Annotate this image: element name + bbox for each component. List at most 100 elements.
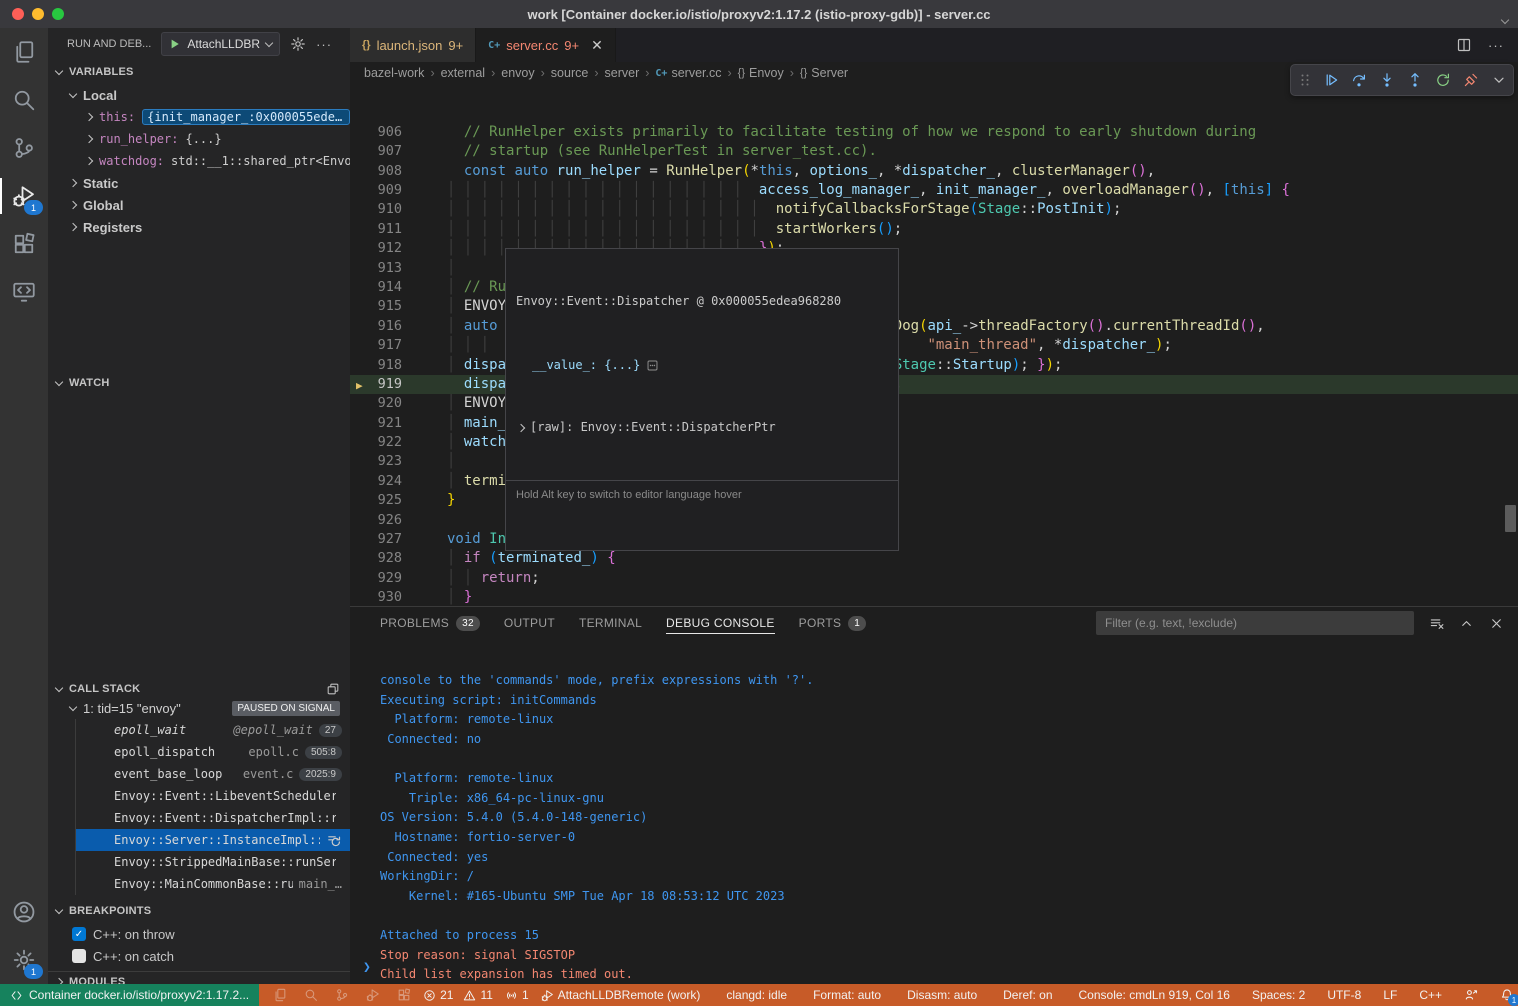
gear-icon[interactable]: [290, 36, 306, 52]
breadcrumb-item-envoy[interactable]: envoy: [501, 66, 534, 80]
stack-frame[interactable]: epoll_wait@epoll_wait27: [76, 719, 350, 741]
breadcrumb-item-external[interactable]: external: [441, 66, 485, 80]
stack-frame[interactable]: epoll_dispatchepoll.c505:8: [76, 741, 350, 763]
line-number[interactable]: 916: [378, 317, 402, 336]
line-number[interactable]: 920: [378, 394, 402, 413]
thread-row[interactable]: 1: tid=15 "envoy" PAUSED ON SIGNAL: [48, 697, 350, 719]
console-prompt[interactable]: ❯: [363, 960, 371, 975]
line-number[interactable]: 914: [378, 278, 402, 297]
line-number[interactable]: 925: [378, 491, 402, 510]
hover-raw-row[interactable]: [raw]: Envoy::Event::DispatcherPtr: [506, 416, 898, 441]
breadcrumb-item-bazel-work[interactable]: bazel-work: [364, 66, 424, 80]
editor-more-actions-icon[interactable]: ···: [1488, 38, 1504, 53]
code-line-907[interactable]: 907 // startup (see RunHelperTest in ser…: [350, 142, 1518, 161]
line-number[interactable]: 917: [378, 336, 402, 355]
broadcast-status[interactable]: 1: [505, 988, 529, 1002]
disconnect-button[interactable]: [1463, 72, 1479, 88]
breadcrumb-item-Envoy[interactable]: {}Envoy: [738, 66, 784, 80]
remote-indicator[interactable]: Container docker.io/istio/proxyv2:1.17.2…: [0, 984, 259, 1006]
line-number[interactable]: 929: [378, 569, 402, 588]
variables-section-header[interactable]: VARIABLES: [48, 62, 350, 82]
status-item[interactable]: Format: auto: [813, 988, 881, 1002]
breadcrumb-item-server[interactable]: server: [605, 66, 640, 80]
restart-button[interactable]: [1435, 72, 1451, 88]
more-actions-icon[interactable]: ···: [316, 37, 332, 52]
hex-view-icon[interactable]: [646, 359, 659, 372]
activity-item-settings[interactable]: 1: [0, 936, 48, 984]
status-item[interactable]: Ln 919, Col 16: [1152, 988, 1230, 1002]
line-number[interactable]: 906: [378, 123, 402, 142]
activity-item-extensions[interactable]: [0, 220, 48, 268]
status-item[interactable]: UTF-8: [1327, 988, 1361, 1002]
breakpoints-section-header[interactable]: BREAKPOINTS: [48, 901, 350, 921]
code-line-910[interactable]: 910│ │ │ │ │ │ │ │ │ │ │ │ │ │ │ │ │ │ │…: [350, 200, 1518, 219]
maximize-window-button[interactable]: [52, 8, 64, 20]
split-editor-icon[interactable]: [1456, 37, 1472, 53]
line-number[interactable]: 923: [378, 452, 402, 471]
panel-tab-problems[interactable]: PROBLEMS32: [380, 607, 480, 639]
line-number[interactable]: 921: [378, 414, 402, 433]
notifications-bell[interactable]: 1: [1500, 988, 1514, 1002]
open-stack-view-icon[interactable]: [326, 682, 340, 696]
breakpoint-checkbox[interactable]: [72, 949, 86, 963]
continue-button[interactable]: [1323, 72, 1339, 88]
line-number[interactable]: 908: [378, 162, 402, 181]
stack-frame[interactable]: Envoy::Event::DispatcherImpl::run(Envoy:…: [76, 807, 350, 829]
stack-frame[interactable]: Envoy::StrippedMainBase::runServer(): [76, 851, 350, 873]
activity-item-source-control[interactable]: [0, 124, 48, 172]
maximize-panel-icon[interactable]: [1459, 616, 1474, 631]
breadcrumb-item-server.cc[interactable]: C+server.cc: [655, 66, 721, 80]
status-item[interactable]: clangd: idle: [726, 988, 787, 1002]
line-number[interactable]: 913: [378, 259, 402, 278]
clear-console-icon[interactable]: [1429, 616, 1444, 631]
variable-row[interactable]: Global: [48, 194, 350, 216]
line-number[interactable]: 927: [378, 530, 402, 549]
variable-row[interactable]: this:{init_manager_:0x000055edea94ce60…: [48, 106, 350, 128]
code-line-928[interactable]: 928│ if (terminated_) {: [350, 549, 1518, 568]
step-out-button[interactable]: [1407, 72, 1423, 88]
close-panel-icon[interactable]: [1489, 616, 1504, 631]
variable-row[interactable]: Static: [48, 172, 350, 194]
console-filter-input[interactable]: [1096, 611, 1414, 635]
status-item[interactable]: Disasm: auto: [907, 988, 977, 1002]
breakpoint-row[interactable]: ✓C++: on throw: [48, 923, 350, 945]
activity-item-search[interactable]: [0, 76, 48, 124]
code-line-909[interactable]: 909│ │ │ │ │ │ │ │ │ │ │ │ │ │ │ │ │ │ a…: [350, 181, 1518, 200]
status-item[interactable]: Deref: on: [1003, 988, 1052, 1002]
panel-tab-debug-console[interactable]: DEBUG CONSOLE: [666, 607, 775, 639]
variable-row[interactable]: Registers: [48, 216, 350, 238]
line-number[interactable]: 911: [378, 220, 402, 239]
drag-handle-icon[interactable]: [1297, 72, 1313, 88]
variable-row[interactable]: watchdog:std::__1::shared_ptr<Envoy::S…: [48, 150, 350, 172]
editor-scrollbar[interactable]: [1505, 505, 1516, 532]
stack-frame[interactable]: Envoy::Event::LibeventScheduler::run(Env…: [76, 785, 350, 807]
panel-tab-terminal[interactable]: TERMINAL: [579, 607, 642, 639]
activity-item-run-and-debug[interactable]: 1: [0, 172, 48, 220]
status-item[interactable]: Spaces: 2: [1252, 988, 1305, 1002]
line-number[interactable]: 922: [378, 433, 402, 452]
line-number[interactable]: 930: [378, 588, 402, 607]
line-number[interactable]: 907: [378, 142, 402, 161]
panel-tab-output[interactable]: OUTPUT: [504, 607, 555, 639]
debug-config-dropdown[interactable]: AttachLLDBR: [161, 32, 280, 56]
stack-frame[interactable]: Envoy::MainCommonBase::run()main_…: [76, 873, 350, 895]
line-number[interactable]: 924: [378, 472, 402, 491]
tab-server.cc[interactable]: C+server.cc9+✕: [476, 28, 616, 62]
stack-frame[interactable]: Envoy::Server::InstanceImpl::run(): [76, 829, 350, 851]
close-window-button[interactable]: [12, 8, 24, 20]
watch-section-header[interactable]: WATCH: [48, 373, 350, 393]
line-number[interactable]: 919: [378, 375, 402, 394]
debug-session-status[interactable]: AttachLLDBRemote (work): [541, 988, 701, 1002]
step-into-button[interactable]: [1379, 72, 1395, 88]
variable-row[interactable]: run_helper:{...}: [48, 128, 350, 150]
line-number[interactable]: 926: [378, 511, 402, 530]
code-line-911[interactable]: 911│ │ │ │ │ │ │ │ │ │ │ │ │ │ │ │ │ │ │…: [350, 220, 1518, 239]
code-line-929[interactable]: 929│ │ return;: [350, 569, 1518, 588]
chevron-down-button[interactable]: [1491, 72, 1507, 88]
problems-status[interactable]: 21 11: [423, 988, 493, 1002]
activity-item-explorer[interactable]: [0, 28, 48, 76]
panel-tab-ports[interactable]: PORTS1: [799, 607, 867, 639]
code-editor[interactable]: 906 // RunHelper exists primarily to fac…: [350, 84, 1518, 607]
breadcrumb-item-source[interactable]: source: [551, 66, 589, 80]
breakpoint-row[interactable]: C++: on catch: [48, 945, 350, 967]
